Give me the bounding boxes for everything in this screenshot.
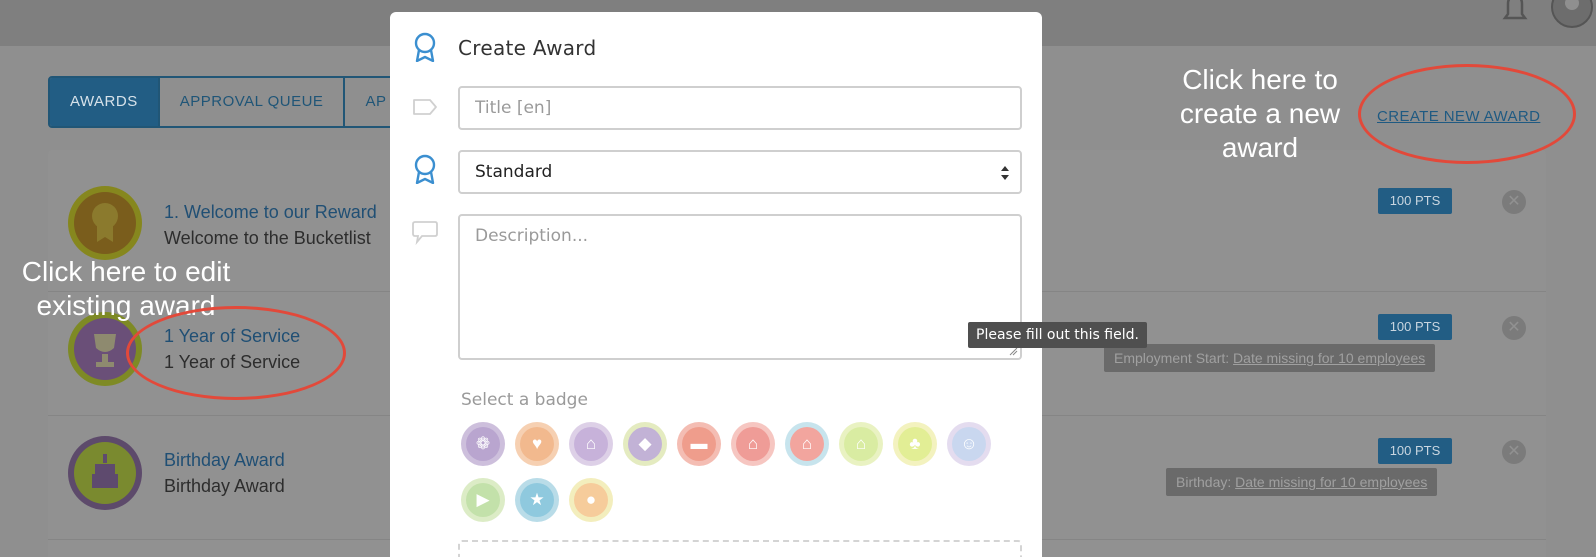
speech-bubble-icon: ▬ bbox=[690, 434, 708, 453]
cake-icon: ⌂ bbox=[855, 434, 867, 453]
badge-option[interactable]: ● bbox=[569, 478, 613, 522]
badge-option[interactable]: ⌂ bbox=[839, 422, 883, 466]
cake-icon: ⌂ bbox=[747, 434, 759, 453]
ribbon-icon: ● bbox=[585, 490, 597, 509]
date-missing-link[interactable]: Date missing for 10 employees bbox=[1235, 474, 1427, 490]
badge-option[interactable]: ◆ bbox=[623, 422, 667, 466]
points-badge: 100 PTS bbox=[1378, 314, 1452, 340]
shield-icon: ◆ bbox=[638, 434, 652, 453]
points-badge: 100 PTS bbox=[1378, 438, 1452, 464]
heart-icon: ♥ bbox=[531, 434, 543, 453]
award-title-link[interactable]: Birthday Award bbox=[164, 450, 285, 471]
employment-start-status: Employment Start: Date missing for 10 em… bbox=[1104, 344, 1436, 372]
title-input[interactable] bbox=[460, 88, 1020, 128]
badge-option[interactable]: ★ bbox=[515, 478, 559, 522]
ribbon-award-badge-icon bbox=[68, 186, 142, 260]
award-type-value: Standard bbox=[475, 162, 553, 182]
title-field[interactable] bbox=[458, 86, 1022, 130]
delete-award-icon[interactable]: ✕ bbox=[1502, 190, 1526, 214]
award-title-link[interactable]: 1. Welcome to our Reward bbox=[164, 202, 377, 223]
notification-bell-icon[interactable] bbox=[1500, 0, 1530, 22]
smile-icon: ☺ bbox=[960, 434, 978, 453]
points-badge: 100 PTS bbox=[1378, 188, 1452, 214]
tag-icon: ▶ bbox=[476, 490, 490, 509]
ribbon-icon bbox=[414, 32, 436, 62]
validation-tooltip: Please fill out this field. bbox=[968, 322, 1147, 348]
badge-option[interactable]: ▬ bbox=[677, 422, 721, 466]
create-award-annotation: Click here to create a new award bbox=[1179, 64, 1341, 163]
badge-option[interactable]: ▶ bbox=[461, 478, 505, 522]
badge-option[interactable]: ⌂ bbox=[569, 422, 613, 466]
tag-icon bbox=[413, 99, 437, 115]
birthday-cake-badge-icon bbox=[68, 436, 142, 510]
award-type-select[interactable]: Standard bbox=[458, 150, 1022, 194]
select-arrows-icon bbox=[1001, 166, 1009, 180]
create-award-highlight-oval bbox=[1358, 64, 1576, 164]
description-field[interactable] bbox=[458, 214, 1022, 360]
badge-option[interactable]: ⌂ bbox=[785, 422, 829, 466]
image-upload-area[interactable] bbox=[458, 540, 1022, 557]
ribbon-icon bbox=[414, 154, 436, 184]
award-subtitle: Birthday Award bbox=[164, 476, 285, 496]
cupcake-icon: ⌂ bbox=[801, 434, 813, 453]
badge-option[interactable]: ☺ bbox=[947, 422, 991, 466]
birthday-status: Birthday: Date missing for 10 employees bbox=[1166, 468, 1438, 496]
status-label: Birthday: bbox=[1176, 474, 1232, 490]
user-avatar-icon[interactable] bbox=[1551, 0, 1593, 28]
trophy-icon: ❁ bbox=[475, 434, 491, 453]
tab-approval-queue[interactable]: APPROVAL QUEUE bbox=[159, 78, 346, 126]
delete-award-icon[interactable]: ✕ bbox=[1502, 440, 1526, 464]
award-tabs: AWARDS APPROVAL QUEUE AP bbox=[48, 76, 408, 128]
award-subtitle: Welcome to the Bucketlist bbox=[164, 228, 371, 248]
badge-option[interactable]: ⌂ bbox=[731, 422, 775, 466]
tab-awards[interactable]: AWARDS bbox=[50, 78, 160, 126]
select-badge-label: Select a badge bbox=[461, 390, 588, 410]
create-award-modal: Create Award Standard Select a badge ❁ ♥ ⌂… bbox=[390, 12, 1042, 557]
badge-option[interactable]: ♣ bbox=[893, 422, 937, 466]
delete-award-icon[interactable]: ✕ bbox=[1502, 316, 1526, 340]
modal-title: Create Award bbox=[458, 36, 597, 60]
speech-bubble-icon bbox=[412, 221, 438, 246]
badge-option[interactable]: ❁ bbox=[461, 422, 505, 466]
clover-icon: ♣ bbox=[909, 434, 921, 453]
date-missing-link[interactable]: Date missing for 10 employees bbox=[1233, 350, 1425, 366]
status-label: Employment Start: bbox=[1114, 350, 1230, 366]
edit-award-highlight-oval bbox=[126, 306, 346, 400]
star-icon: ★ bbox=[529, 490, 545, 509]
badge-option[interactable]: ♥ bbox=[515, 422, 559, 466]
cake-icon: ⌂ bbox=[585, 434, 597, 453]
description-textarea[interactable] bbox=[460, 216, 1020, 358]
